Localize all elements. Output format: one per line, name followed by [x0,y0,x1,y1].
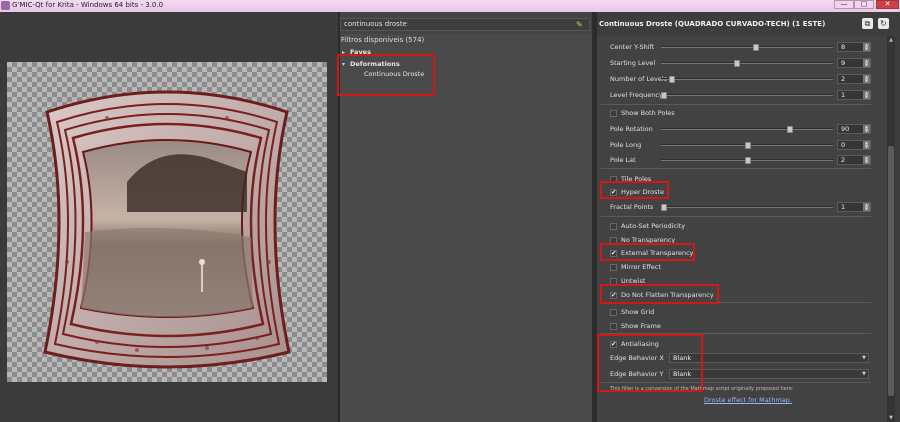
spinbox-value: 9 [841,59,846,67]
filter-tree-header: Filtros disponíveis (574) [341,36,425,44]
copy-icon[interactable]: ⧉ [862,18,873,29]
param-label: Number of Levels [610,75,668,83]
divider [601,104,871,105]
highlight-box [600,243,695,261]
checkbox-label: Show Grid [621,308,655,316]
param-label: Level Frequency [610,91,663,99]
droste-preview-image [43,90,291,369]
highlight-box [337,54,435,96]
slider-track[interactable] [661,157,833,164]
spinbox[interactable]: 1 ▲ ▼ [837,90,871,100]
spinbox[interactable]: 90 ▲ ▼ [837,124,871,134]
spin-arrows-icon[interactable]: ▲ ▼ [863,59,870,67]
checkbox-mirror-effect[interactable] [610,264,617,271]
close-button[interactable]: ✕ [876,0,899,9]
spin-arrows-icon[interactable]: ▲ ▼ [863,141,870,149]
slider-thumb[interactable] [669,76,675,83]
scroll-thumb[interactable] [888,146,894,396]
checkbox-show-grid[interactable] [610,309,617,316]
slider-track[interactable] [661,92,833,99]
slider-thumb[interactable] [753,44,759,51]
slider-track[interactable] [661,60,833,67]
spinbox-value: 8 [841,43,846,51]
divider [601,168,871,169]
param-label: Center Y-Shift [610,43,655,51]
slider-track[interactable] [661,204,833,211]
title-bar: G'MIC-Qt for Krita - Windows 64 bits - 3… [0,0,900,12]
param-label: Fractal Points [610,203,654,211]
param-label: Pole Rotation [610,125,653,133]
spinbox-value: 2 [841,75,846,83]
spinbox[interactable]: 0 ▲ ▼ [837,140,871,150]
param-label: Pole Long [610,141,642,149]
window-title: G'MIC-Qt for Krita - Windows 64 bits - 3… [12,1,164,9]
preview-canvas[interactable] [7,62,327,382]
spinbox-value: 0 [841,141,846,149]
spin-arrows-icon[interactable]: ▲ ▼ [863,91,870,99]
spin-arrows-icon[interactable]: ▲ ▼ [863,43,870,51]
spinbox[interactable]: 2 ▲ ▼ [837,74,871,84]
clear-search-icon[interactable]: ✎ [576,20,586,30]
divider [601,216,871,217]
highlight-box [600,284,719,304]
maximize-button[interactable]: □ [854,0,874,9]
slider-thumb[interactable] [734,60,740,67]
highlight-box [600,181,669,199]
checkbox-label: Auto-Set Periodicity [621,222,686,230]
spinbox-value: 1 [841,91,846,99]
checkbox-auto-set-periodicity[interactable] [610,223,617,230]
filters-panel: continuous droste ✎ Filtros disponíveis … [337,12,592,422]
slider-thumb[interactable] [787,126,793,133]
slider-track[interactable] [661,76,833,83]
slider-thumb[interactable] [745,157,751,164]
spin-arrows-icon[interactable]: ▲ ▼ [863,203,870,211]
params-scrollbar[interactable]: ▲ ▼ [887,36,895,422]
mathmap-link[interactable]: Droste effect for Mathmap. [704,396,792,404]
spin-arrows-icon[interactable]: ▲ ▼ [863,125,870,133]
param-label: Pole Lat [610,156,636,164]
slider-thumb[interactable] [745,142,751,149]
spin-arrows-icon[interactable]: ▲ ▼ [863,75,870,83]
slider-track[interactable] [661,44,833,51]
checkbox-show-frame[interactable] [610,323,617,330]
preview-panel[interactable] [0,12,338,422]
filter-title: Continuous Droste (QUADRADO CURVADO-TECH… [599,20,826,28]
chevron-down-icon: ▼ [862,371,866,377]
spinbox-value: 2 [841,156,846,164]
chevron-down-icon: ▼ [862,355,866,361]
slider-track[interactable] [661,126,833,133]
checkbox-show-both-poles[interactable] [610,110,617,117]
slider-thumb[interactable] [661,92,667,99]
spinbox[interactable]: 9 ▲ ▼ [837,58,871,68]
spinbox[interactable]: 2 ▲ ▼ [837,155,871,165]
slider-track[interactable] [661,142,833,149]
scroll-down-icon[interactable]: ▼ [887,414,895,422]
spinbox[interactable]: 8 ▲ ▼ [837,42,871,52]
app-icon [1,1,10,10]
param-label: Starting Level [610,59,656,67]
highlight-box [597,334,703,392]
checkbox-label: Mirror Effect [621,263,661,271]
checkbox-label: Show Frame [621,322,661,330]
spinbox-value: 90 [841,125,850,133]
slider-thumb[interactable] [661,204,667,211]
reset-icon[interactable]: ↻ [878,18,889,29]
scroll-up-icon[interactable]: ▲ [887,36,895,44]
filter-search-input[interactable]: continuous droste [340,18,590,31]
spinbox[interactable]: 1 ▲ ▼ [837,202,871,212]
spin-arrows-icon[interactable]: ▲ ▼ [863,156,870,164]
parameters-panel: Continuous Droste (QUADRADO CURVADO-TECH… [597,12,900,422]
minimize-button[interactable]: — [834,0,854,9]
spinbox-value: 1 [841,203,846,211]
checkbox-label: Show Both Poles [621,109,675,117]
